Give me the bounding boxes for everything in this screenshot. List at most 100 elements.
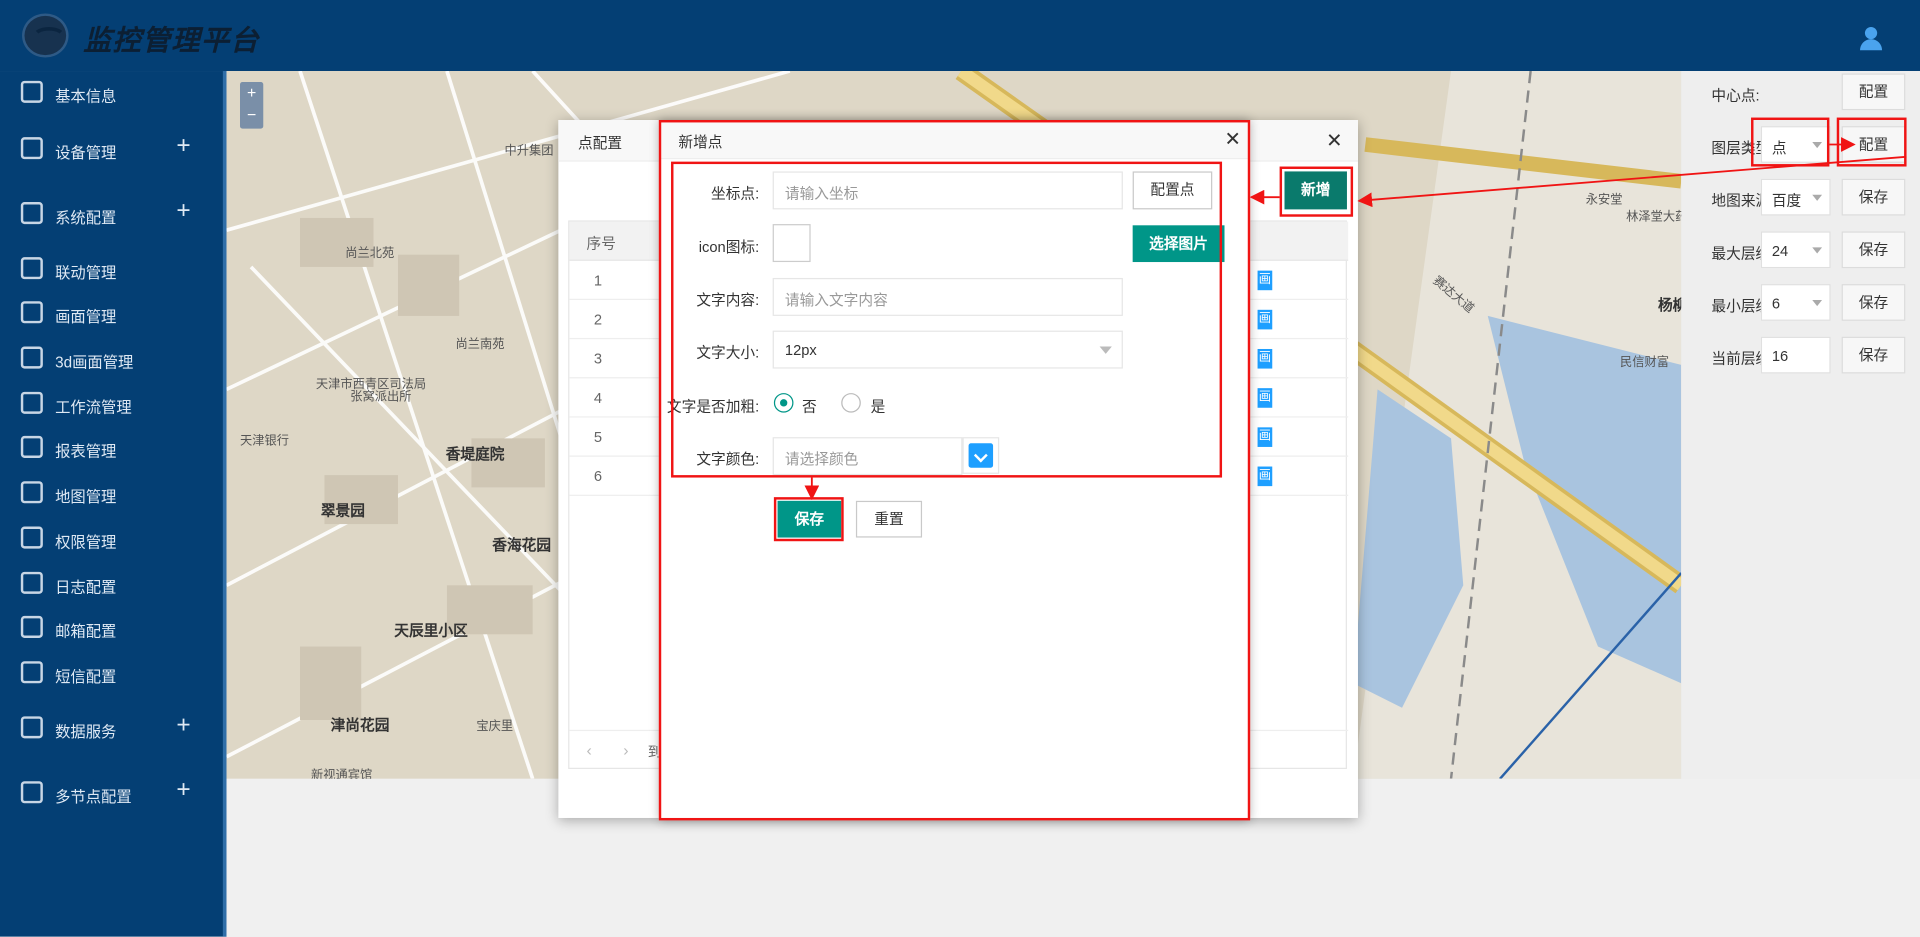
sidebar-item-workflow-mgmt[interactable]: 工作流管理 (0, 384, 227, 421)
map-label: 张窝派出所 (350, 390, 412, 405)
expand-icon[interactable]: + (176, 776, 190, 804)
expand-icon[interactable]: + (176, 711, 190, 739)
sidebar-item-basic-info[interactable]: 基本信息 (0, 73, 227, 110)
sidebar-item-label: 邮箱配置 (55, 623, 117, 641)
config-value: 百度 (1771, 192, 1802, 210)
text-size-select[interactable]: 12px (772, 330, 1123, 369)
config-value: 16 (1771, 347, 1789, 365)
text-color-input[interactable]: 请选择颜色 (772, 437, 963, 476)
sidebar-item-log-config[interactable]: 日志配置 (0, 564, 227, 601)
add-point-button[interactable]: 新增 (1284, 171, 1347, 210)
config-value-select[interactable]: 点 (1760, 126, 1831, 163)
dialog-title: 点配置 (577, 134, 623, 152)
report-mgmt-icon (20, 435, 43, 458)
save-button[interactable]: 保存 (777, 500, 842, 538)
config-value-select[interactable]: 6 (1760, 284, 1831, 321)
config-value-select[interactable]: 24 (1760, 231, 1831, 269)
sidebar-item-map-mgmt[interactable]: 地图管理 (0, 474, 227, 511)
row-index: 3 (593, 350, 603, 368)
map-label: 津尚花园 (330, 716, 390, 734)
sidebar-item-label: 工作流管理 (55, 399, 132, 417)
sidebar-item-mail-config[interactable]: 邮箱配置 (0, 609, 227, 646)
map-label: 香堤庭院 (445, 445, 505, 463)
sidebar-item-permission-mgmt[interactable]: 权限管理 (0, 519, 227, 556)
sidebar-item-label: 报表管理 (55, 443, 117, 461)
config-row: 中心点: 配置 (1681, 73, 1920, 111)
radio-no[interactable] (773, 393, 794, 413)
sidebar-item-label: 基本信息 (55, 88, 117, 106)
text-color-label: 文字颜色: (696, 450, 760, 468)
config-row: 最小层级: 6 保存 (1681, 284, 1920, 321)
chevron-down-icon (1812, 194, 1823, 201)
coord-label: 坐标点: (711, 184, 760, 203)
next-page-icon[interactable]: › (623, 741, 628, 759)
chevron-down-icon (1812, 247, 1823, 254)
radio-yes[interactable] (841, 393, 861, 413)
coord-input[interactable]: 请输入坐标 (772, 171, 1123, 210)
sidebar-item-label: 3d画面管理 (55, 353, 134, 372)
map-label: 尚兰南苑 (455, 337, 505, 352)
zoom-out-button[interactable]: − (240, 104, 263, 126)
map-zoom-control[interactable]: + − (240, 82, 264, 129)
color-dropdown-icon (968, 443, 994, 468)
user-icon[interactable] (1860, 26, 1883, 51)
reset-button[interactable]: 重置 (855, 500, 923, 538)
row-edit-button[interactable]: 画 (1257, 466, 1273, 487)
sidebar-item-label: 设备管理 (55, 144, 117, 162)
config-button[interactable]: 保存 (1841, 284, 1906, 321)
map-label: 民信财富 (1620, 356, 1669, 370)
select-image-button[interactable]: 选择图片 (1132, 225, 1225, 263)
color-picker-button[interactable] (962, 437, 1000, 474)
config-row: 图层类型: 点配置 (1681, 126, 1920, 163)
expand-icon[interactable]: + (176, 132, 190, 160)
sidebar-item-system-config[interactable]: 系统配置 + (0, 195, 227, 232)
text-size-label: 文字大小: (696, 344, 760, 362)
basic-info-icon (20, 80, 43, 103)
icon-preview (772, 224, 811, 263)
config-row: 最大层级: 24 保存 (1681, 231, 1920, 269)
sidebar-item-linkage-mgmt[interactable]: 联动管理 (0, 250, 227, 287)
3d-screen-mgmt-icon (20, 346, 43, 369)
sidebar-item-data-service[interactable]: 数据服务 + (0, 709, 227, 746)
config-value: 24 (1771, 242, 1789, 260)
map-label: 宝庆里 (476, 720, 514, 734)
config-row: 地图来源: 百度 保存 (1681, 178, 1920, 216)
row-edit-button[interactable]: 画 (1257, 270, 1273, 291)
data-service-icon (20, 716, 43, 739)
bold-label: 文字是否加粗: (666, 397, 760, 416)
dialog-title: 新增点 (678, 133, 723, 151)
row-edit-button[interactable]: 画 (1257, 388, 1273, 408)
map-label: 天津银行 (240, 434, 289, 449)
row-edit-button[interactable]: 画 (1257, 348, 1273, 369)
config-button[interactable]: 保存 (1841, 336, 1906, 374)
text-content-input[interactable]: 请输入文字内容 (772, 277, 1123, 316)
sidebar-item-3d-screen-mgmt[interactable]: 3d画面管理 (0, 339, 227, 376)
close-icon[interactable]: ✕ (1326, 129, 1342, 153)
column-header-index: 序号 (586, 235, 616, 253)
config-value-select[interactable]: 百度 (1760, 178, 1831, 216)
expand-icon[interactable]: + (176, 197, 190, 225)
sidebar-item-sms-config[interactable]: 短信配置 (0, 654, 227, 691)
row-edit-button[interactable]: 画 (1257, 427, 1273, 447)
top-header: 监控管理平台 (0, 0, 1920, 72)
screen-mgmt-icon (20, 301, 43, 324)
prev-page-icon[interactable]: ‹ (587, 741, 592, 759)
sidebar-item-multinode-config[interactable]: 多节点配置 + (0, 774, 227, 811)
map-label: 翠景园 (320, 502, 365, 520)
close-icon[interactable]: ✕ (1225, 127, 1241, 151)
sidebar-item-report-mgmt[interactable]: 报表管理 (0, 429, 227, 466)
sidebar-item-device-mgmt[interactable]: 设备管理 + (0, 130, 227, 167)
map-label: 天辰里小区 (394, 622, 468, 640)
config-button[interactable]: 保存 (1841, 231, 1906, 269)
sidebar-item-screen-mgmt[interactable]: 画面管理 (0, 294, 227, 331)
config-button[interactable]: 保存 (1841, 178, 1906, 216)
map-mgmt-icon (20, 481, 43, 504)
zoom-in-button[interactable]: + (240, 82, 263, 104)
row-index: 5 (593, 428, 603, 446)
config-point-button[interactable]: 配置点 (1132, 171, 1213, 210)
config-value-select[interactable]: 16 (1760, 336, 1831, 374)
config-button[interactable]: 配置 (1841, 73, 1906, 111)
config-button[interactable]: 配置 (1841, 126, 1906, 163)
sidebar-item-label: 多节点配置 (55, 788, 132, 806)
row-edit-button[interactable]: 画 (1257, 309, 1273, 330)
